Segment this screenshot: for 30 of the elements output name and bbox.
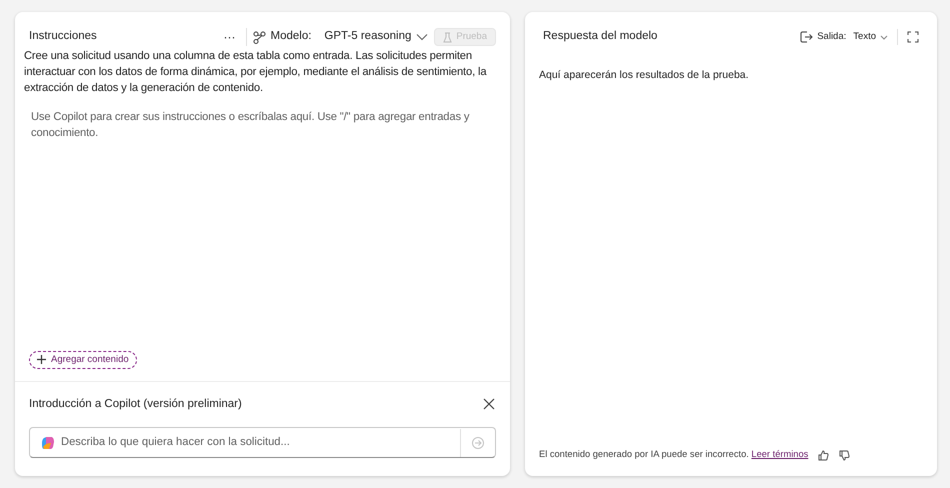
plus-icon [37, 355, 46, 364]
add-content-button[interactable]: Agregar contenido [29, 350, 137, 369]
output-dropdown[interactable]: Salida: Texto [800, 30, 888, 44]
terms-link[interactable]: Leer términos [751, 449, 808, 460]
chevron-icon [880, 34, 888, 40]
panel-title: Instrucciones [29, 29, 97, 44]
copilot-logo-icon [39, 434, 55, 450]
copilot-title: Introducción a Copilot (versión preliminar) [29, 396, 242, 412]
export-icon [800, 31, 814, 43]
more-button[interactable]: ··· [220, 28, 240, 46]
fullscreen-icon [907, 31, 919, 43]
send-icon [472, 436, 484, 448]
response-output-field[interactable]: Aquí aparecerán los resultados de la prueba. [525, 68, 937, 84]
flask-icon [443, 32, 452, 42]
thumbs-up-icon [818, 450, 830, 461]
instructions-description: Cree una solicitud usando una columna de esta tabla como entrada. Las solicitudes permiten interactuar con los datos de forma dinámica, por ejemplo, mediante el análisis de sentimiento, la extracción de datos y la generación de contenido. [23, 49, 488, 96]
copilot-input[interactable]: Describa lo que quiera hacer con la solicitud... [29, 427, 496, 458]
thumbs-down-button[interactable] [839, 450, 850, 461]
ai-disclaimer: El contenido generado por IA puede ser incorrecto. Leer términos [539, 448, 808, 462]
model-dropdown[interactable]: Modelo: GPT-5 reasoning [252, 28, 428, 46]
thumbs-down-icon [839, 450, 850, 461]
nodes-icon [252, 30, 266, 44]
close-icon [483, 398, 495, 410]
prompt-placeholder[interactable]: Use Copilot para crear sus instrucciones o escríbalas aquí. Use "/" para agregar entradas y conocimiento. [15, 109, 510, 141]
close-button[interactable] [482, 397, 496, 412]
chevron-icon [416, 33, 428, 41]
panel-title: Respuesta del modelo [543, 29, 658, 44]
thumbs-up-button[interactable] [818, 450, 830, 461]
fullscreen-button[interactable] [907, 31, 919, 43]
copilot-input-text[interactable]: Describa lo que quiera hacer con la solicitud... [61, 434, 460, 451]
